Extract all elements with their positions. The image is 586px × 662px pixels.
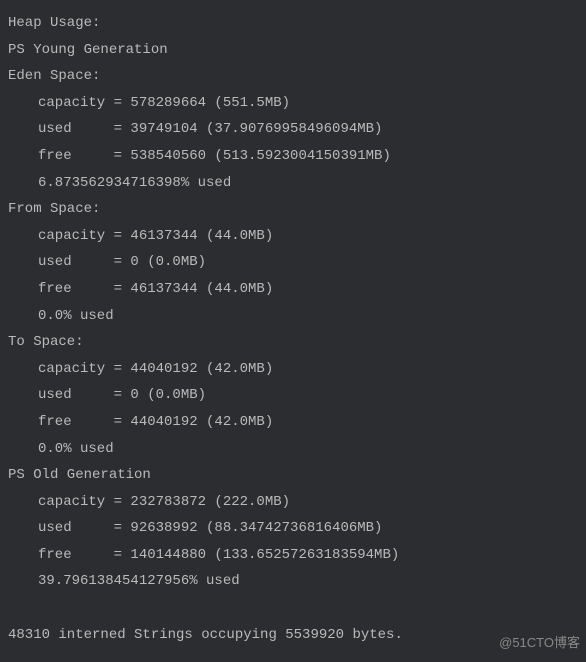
old-capacity: capacity = 232783872 (222.0MB) bbox=[8, 489, 578, 516]
from-capacity: capacity = 46137344 (44.0MB) bbox=[8, 223, 578, 250]
from-free: free = 46137344 (44.0MB) bbox=[8, 276, 578, 303]
heap-usage-header: Heap Usage: bbox=[8, 10, 578, 37]
to-capacity: capacity = 44040192 (42.0MB) bbox=[8, 356, 578, 383]
eden-capacity: capacity = 578289664 (551.5MB) bbox=[8, 90, 578, 117]
space-name-to: To Space: bbox=[8, 329, 578, 356]
eden-percent: 6.873562934716398% used bbox=[8, 170, 578, 197]
section-title-old: PS Old Generation bbox=[8, 462, 578, 489]
eden-free: free = 538540560 (513.5923004150391MB) bbox=[8, 143, 578, 170]
from-used: used = 0 (0.0MB) bbox=[8, 249, 578, 276]
to-free: free = 44040192 (42.0MB) bbox=[8, 409, 578, 436]
to-used: used = 0 (0.0MB) bbox=[8, 382, 578, 409]
to-percent: 0.0% used bbox=[8, 436, 578, 463]
space-name-from: From Space: bbox=[8, 196, 578, 223]
old-used: used = 92638992 (88.34742736816406MB) bbox=[8, 515, 578, 542]
space-name-eden: Eden Space: bbox=[8, 63, 578, 90]
eden-used: used = 39749104 (37.90769958496094MB) bbox=[8, 116, 578, 143]
interned-strings-footer: 48310 interned Strings occupying 5539920… bbox=[8, 622, 578, 649]
section-title-young: PS Young Generation bbox=[8, 37, 578, 64]
watermark-text: @51CTO博客 bbox=[499, 631, 580, 656]
old-free: free = 140144880 (133.65257263183594MB) bbox=[8, 542, 578, 569]
from-percent: 0.0% used bbox=[8, 303, 578, 330]
old-percent: 39.796138454127956% used bbox=[8, 568, 578, 595]
blank-line bbox=[8, 595, 578, 622]
